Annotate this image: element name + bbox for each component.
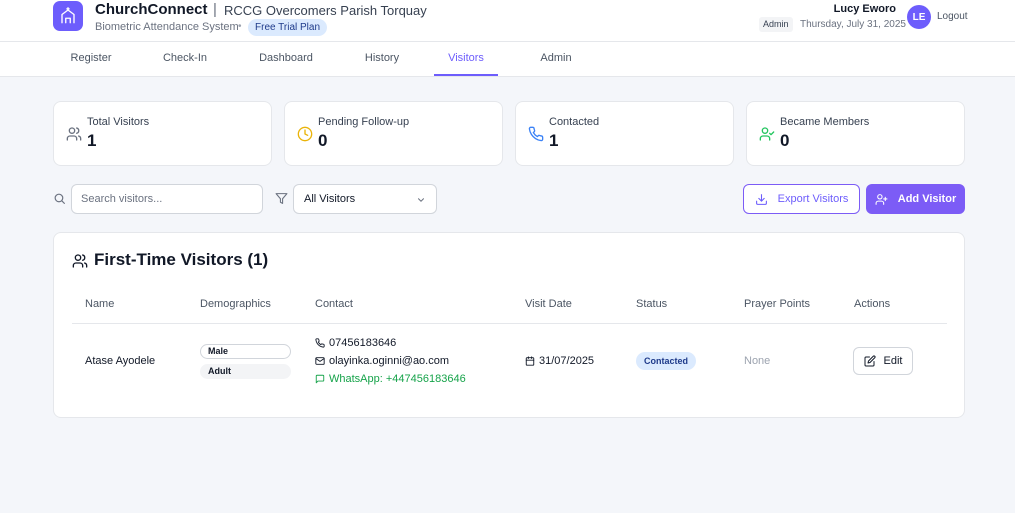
user-check-icon xyxy=(759,127,775,141)
tab-check-in[interactable]: Check-In xyxy=(147,42,223,76)
edit-label: Edit xyxy=(883,355,903,367)
app-name: ChurchConnect xyxy=(95,1,208,18)
org-name: RCCG Overcomers Parish Torquay xyxy=(224,3,427,18)
export-label: Export Visitors xyxy=(777,193,849,205)
visitor-name: Atase Ayodele xyxy=(85,355,156,367)
gender-pill: Male xyxy=(200,344,291,359)
subtitle-dot: • xyxy=(238,21,242,32)
stat-value: 0 xyxy=(318,131,328,150)
add-visitor-label: Add Visitor xyxy=(897,193,957,205)
app-subtitle: Biometric Attendance System xyxy=(95,21,239,33)
visit-date-text: 31/07/2025 xyxy=(539,355,595,367)
plan-badge: Free Trial Plan xyxy=(248,19,328,36)
tab-dashboard[interactable]: Dashboard xyxy=(243,42,329,76)
calendar-icon xyxy=(525,356,535,366)
user-name: Lucy Eworo xyxy=(833,3,896,15)
mail-icon xyxy=(315,357,325,365)
stat-card-pending-follow-up: Pending Follow-up 0 xyxy=(284,101,503,166)
column-header-visit-date: Visit Date xyxy=(525,298,572,310)
visit-date: 31/07/2025 xyxy=(525,355,594,367)
search-input[interactable] xyxy=(71,184,263,214)
stat-value: 1 xyxy=(549,131,559,150)
visitors-panel: First-Time Visitors (1) Name Demographic… xyxy=(53,232,965,418)
column-header-name: Name xyxy=(85,298,115,310)
tab-history[interactable]: History xyxy=(348,42,416,76)
export-visitors-button[interactable]: Export Visitors xyxy=(743,184,860,214)
message-icon xyxy=(315,374,325,384)
column-header-contact: Contact xyxy=(315,298,353,310)
column-header-actions: Actions xyxy=(854,298,891,310)
tab-visitors[interactable]: Visitors xyxy=(434,42,498,76)
filter-selected-value: All Visitors xyxy=(304,193,356,205)
column-header-prayer-points: Prayer Points xyxy=(744,298,811,310)
user-plus-icon xyxy=(875,193,888,205)
role-badge: Admin xyxy=(759,17,793,32)
tab-register[interactable]: Register xyxy=(53,42,129,76)
filter-icon xyxy=(275,193,288,204)
stat-card-contacted: Contacted 1 xyxy=(515,101,734,166)
chevron-down-icon xyxy=(417,198,425,202)
edit-icon xyxy=(864,355,876,367)
stat-label: Pending Follow-up xyxy=(318,116,410,128)
stat-value: 0 xyxy=(780,131,790,150)
phone-text: 07456183646 xyxy=(329,337,397,349)
avatar[interactable]: LE xyxy=(907,5,931,29)
email-text[interactable]: olayinka.oginni@ao.com xyxy=(329,355,449,367)
stat-label: Became Members xyxy=(780,116,870,128)
column-header-status: Status xyxy=(636,298,668,310)
header-divider xyxy=(72,323,947,324)
stat-card-total-visitors: Total Visitors 1 xyxy=(53,101,272,166)
phone-icon xyxy=(528,126,544,142)
stat-label: Contacted xyxy=(549,116,600,128)
search-icon xyxy=(54,193,65,204)
clock-icon xyxy=(297,126,313,142)
title-separator: | xyxy=(213,1,217,18)
add-visitor-button[interactable]: Add Visitor xyxy=(866,184,965,214)
stat-card-became-members: Became Members 0 xyxy=(746,101,965,166)
prayer-points: None xyxy=(744,355,771,367)
nav-tabs: Register Check-In Dashboard History Visi… xyxy=(0,42,1015,77)
stat-label: Total Visitors xyxy=(87,116,150,128)
tab-admin[interactable]: Admin xyxy=(524,42,588,76)
app-header: ChurchConnect | RCCG Overcomers Parish T… xyxy=(0,0,1015,42)
logout-button[interactable]: Logout xyxy=(937,11,968,22)
download-icon xyxy=(755,193,767,205)
whatsapp-text[interactable]: WhatsApp: +447456183646 xyxy=(329,373,466,385)
current-date: Thursday, July 31, 2025 xyxy=(800,19,906,30)
stat-value: 1 xyxy=(87,131,97,150)
visitor-filter-select[interactable]: All Visitors xyxy=(293,184,437,214)
church-logo-icon xyxy=(53,1,83,31)
edit-button[interactable]: Edit xyxy=(853,347,913,375)
status-badge: Contacted xyxy=(636,352,697,370)
column-header-demographics: Demographics xyxy=(200,298,271,310)
contact-email: olayinka.oginni@ao.com xyxy=(315,355,449,367)
contact-whatsapp: WhatsApp: +447456183646 xyxy=(315,373,466,385)
age-group-pill: Adult xyxy=(200,364,291,379)
contact-phone: 07456183646 xyxy=(315,337,396,349)
phone-icon xyxy=(315,338,325,348)
panel-title: First-Time Visitors (1) xyxy=(94,250,269,269)
users-icon xyxy=(72,254,88,268)
users-icon xyxy=(66,127,82,141)
